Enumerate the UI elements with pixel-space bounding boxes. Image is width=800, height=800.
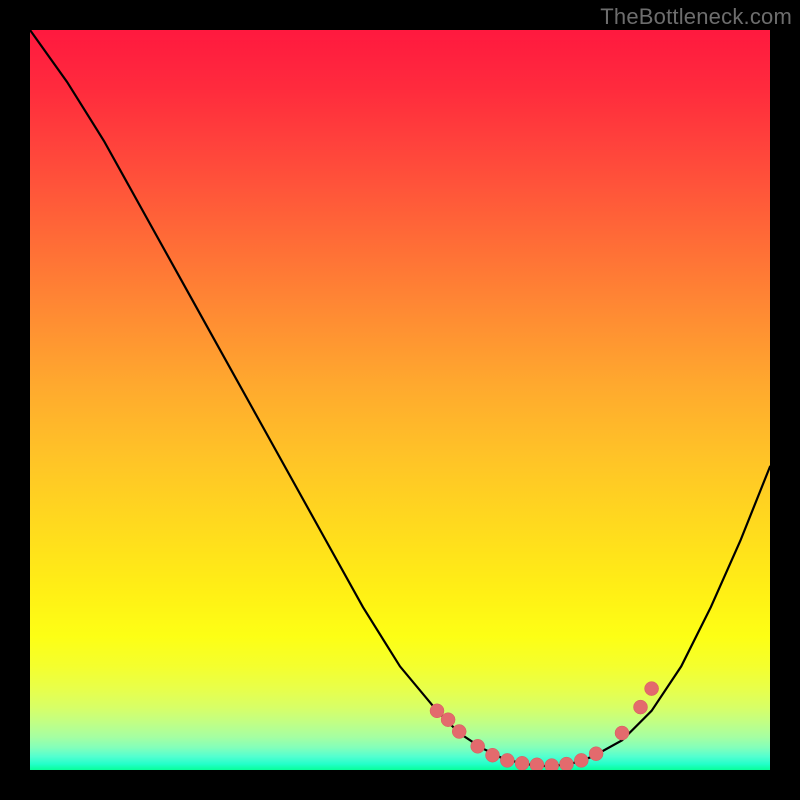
curve-dots — [430, 682, 659, 770]
data-point — [545, 759, 559, 770]
data-point — [589, 747, 603, 761]
data-point — [615, 726, 629, 740]
data-point — [515, 756, 529, 770]
data-point — [560, 757, 574, 770]
data-point — [471, 739, 485, 753]
bottleneck-curve — [30, 30, 770, 770]
data-point — [430, 704, 444, 718]
plot-area — [30, 30, 770, 770]
curve-path — [30, 30, 770, 766]
data-point — [645, 682, 659, 696]
data-point — [574, 753, 588, 767]
data-point — [500, 753, 514, 767]
data-point — [634, 700, 648, 714]
data-point — [486, 748, 500, 762]
data-point — [452, 725, 466, 739]
data-point — [530, 758, 544, 770]
watermark-text: TheBottleneck.com — [600, 4, 792, 30]
chart-frame: TheBottleneck.com — [0, 0, 800, 800]
data-point — [441, 713, 455, 727]
